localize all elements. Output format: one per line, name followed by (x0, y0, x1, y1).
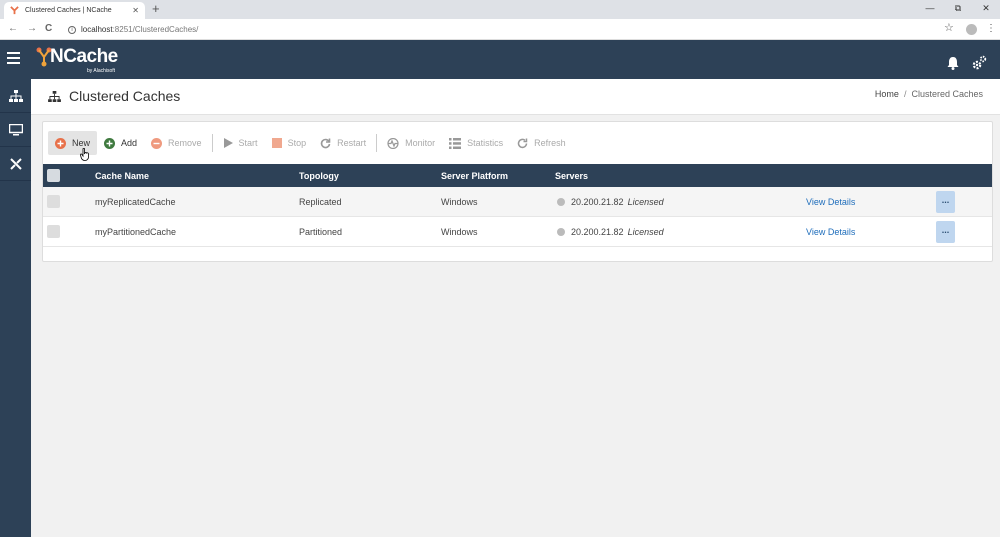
ncache-favicon-icon (10, 6, 19, 15)
server-ip: 20.200.21.82 (571, 196, 624, 207)
cache-name-cell: myReplicatedCache (95, 196, 176, 207)
browser-addressbar: ← → C i localhost:8251/ClusteredCaches/ … (0, 19, 1000, 40)
monitor-button[interactable]: Monitor (380, 131, 442, 155)
refresh-button[interactable]: Refresh (510, 131, 573, 155)
column-header-topology[interactable]: Topology (299, 164, 339, 187)
topology-tree-icon (8, 89, 23, 102)
column-header-cache-name[interactable]: Cache Name (95, 164, 149, 187)
plus-circle-icon (55, 137, 66, 149)
new-tab-button[interactable]: + (152, 1, 160, 16)
topology-cell: Partitioned (299, 226, 343, 237)
table-row[interactable]: myPartitionedCache Partitioned Windows 2… (43, 217, 992, 247)
refresh-icon (517, 138, 528, 148)
license-status: Licensed (627, 226, 664, 237)
left-sidebar (0, 79, 31, 537)
statistics-button[interactable]: Statistics (442, 131, 510, 155)
restart-icon (320, 138, 331, 148)
table-row[interactable]: myReplicatedCache Replicated Windows 20.… (43, 187, 992, 217)
toolbar-divider (376, 134, 378, 152)
breadcrumb-current: Clustered Caches (911, 89, 983, 99)
server-cell: 20.200.21.82 Licensed (557, 187, 664, 216)
hamburger-menu-icon[interactable] (7, 52, 20, 66)
license-status: Licensed (627, 196, 664, 207)
server-status-dot-icon (557, 227, 565, 236)
view-details-link[interactable]: View Details (806, 217, 855, 246)
tools-icon (9, 157, 22, 170)
profile-avatar-icon[interactable] (966, 24, 977, 35)
more-actions-button[interactable]: ... (936, 190, 955, 213)
cache-name-cell: myPartitionedCache (95, 226, 177, 237)
logo-text: NCache (50, 46, 118, 67)
tab-close-icon[interactable]: ✕ (132, 6, 139, 15)
server-ip: 20.200.21.82 (571, 226, 624, 237)
restore-button[interactable]: ⧉ (944, 0, 972, 19)
select-all-checkbox[interactable] (47, 164, 60, 187)
table-header: Cache Name Topology Server Platform Serv… (43, 164, 992, 187)
topology-tree-icon (48, 90, 61, 102)
platform-cell: Windows (441, 226, 478, 237)
column-header-server-platform[interactable]: Server Platform (441, 164, 508, 187)
url-text: localhost:8251/ClusteredCaches/ (81, 25, 199, 34)
restart-button[interactable]: Restart (313, 131, 373, 155)
tab-title: Clustered Caches | NCache (25, 7, 112, 14)
breadcrumb-separator: / (903, 89, 907, 99)
sidebar-item-tools[interactable] (0, 147, 31, 181)
browser-tab[interactable]: Clustered Caches | NCache ✕ (4, 2, 145, 19)
site-info-icon[interactable]: i (68, 25, 76, 34)
toolbar-divider (211, 134, 213, 152)
stop-icon (271, 138, 282, 148)
bookmark-star-icon[interactable]: ☆ (944, 22, 954, 35)
stop-button[interactable]: Stop (265, 131, 314, 155)
server-status-dot-icon (557, 197, 565, 206)
back-button[interactable]: ← (8, 22, 18, 36)
reload-button[interactable]: C (45, 22, 52, 36)
more-actions-cell: ... (936, 217, 955, 246)
row-checkbox[interactable] (47, 187, 60, 216)
remove-button[interactable]: Remove (144, 131, 209, 155)
topology-cell: Replicated (299, 196, 342, 207)
minimize-button[interactable]: — (916, 0, 944, 19)
more-actions-cell: ... (936, 187, 955, 216)
add-button[interactable]: Add (97, 131, 144, 155)
browser-tabbar: Clustered Caches | NCache ✕ + — ⧉ ✕ (0, 0, 1000, 19)
app-header: NCache by Alachisoft (0, 40, 1000, 79)
browser-menu-icon[interactable]: ⋮ (986, 22, 996, 35)
list-icon (449, 137, 462, 149)
forward-button[interactable]: → (27, 22, 37, 36)
sidebar-item-clustered-caches[interactable] (0, 79, 31, 113)
logo-subtitle: by Alachisoft (87, 68, 116, 74)
settings-gears-icon[interactable] (971, 55, 987, 71)
url-field[interactable]: i localhost:8251/ClusteredCaches/ (62, 22, 922, 37)
start-button[interactable]: Start (216, 131, 265, 155)
view-details-link[interactable]: View Details (806, 187, 855, 216)
breadcrumb-home[interactable]: Home (875, 89, 899, 99)
monitor-icon (8, 123, 23, 135)
notification-bell-icon[interactable] (947, 56, 959, 70)
column-header-servers[interactable]: Servers (555, 164, 588, 187)
toolbar: New Add Remove Start Stop Restart Monito… (43, 122, 992, 164)
caches-panel: New Add Remove Start Stop Restart Monito… (42, 121, 993, 262)
minus-circle-icon (151, 137, 163, 149)
plus-circle-icon (104, 137, 116, 149)
page-header: Clustered Caches Home / Clustered Caches (31, 79, 1000, 115)
close-window-button[interactable]: ✕ (972, 0, 1000, 19)
page-title: Clustered Caches (69, 88, 181, 104)
hand-cursor-icon (80, 148, 89, 161)
pulse-monitor-icon (387, 137, 399, 149)
server-cell: 20.200.21.82 Licensed (557, 217, 664, 246)
more-actions-button[interactable]: ... (936, 220, 955, 243)
sidebar-item-servers[interactable] (0, 113, 31, 147)
window-controls: — ⧉ ✕ (916, 0, 1000, 19)
play-icon (223, 138, 233, 148)
row-checkbox[interactable] (47, 217, 60, 246)
page-title-wrap: Clustered Caches (48, 88, 180, 104)
platform-cell: Windows (441, 196, 478, 207)
breadcrumb: Home / Clustered Caches (875, 89, 983, 99)
caches-table: Cache Name Topology Server Platform Serv… (43, 164, 992, 247)
